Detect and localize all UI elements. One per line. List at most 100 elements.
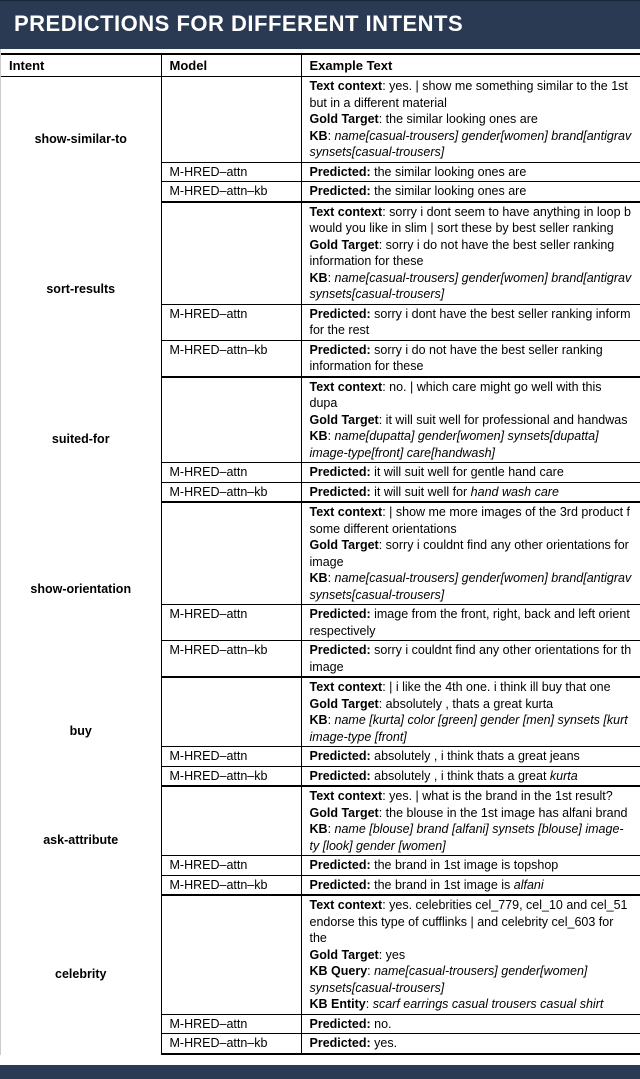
model-cell: M-HRED–attn <box>161 856 301 876</box>
table-container: Intent Model Example Text show-similar-t… <box>0 49 640 1055</box>
kb-label: KB <box>310 713 328 727</box>
example-text-cell: Predicted: the similar looking ones are <box>301 162 640 182</box>
example-text-cell: Predicted: it will suit well for hand wa… <box>301 482 640 502</box>
text-plain: the brand in 1st image is topshop <box>371 858 559 872</box>
table-row: sort-resultsText context: sorry i dont s… <box>1 202 640 305</box>
predicted-label: Predicted: <box>310 165 371 179</box>
example-text-cell: Predicted: sorry i dont have the best se… <box>301 304 640 340</box>
text-italic: alfani <box>514 878 544 892</box>
textcontext-label: Text context <box>310 79 383 93</box>
header-intent: Intent <box>1 54 161 77</box>
context-line: Text context: | i like the 4th one. i th… <box>310 679 633 696</box>
goldtarget-label: Gold Target <box>310 697 379 711</box>
model-cell <box>161 677 301 747</box>
text-plain: no. <box>371 1017 392 1031</box>
textcontext-label: Text context <box>310 380 383 394</box>
example-text-cell: Predicted: sorry i couldnt find any othe… <box>301 641 640 678</box>
predicted-label: Predicted: <box>310 307 371 321</box>
table-row: show-orientationText context: | show me … <box>1 502 640 605</box>
slide-title-banner: PREDICTIONS FOR DIFFERENT INTENTS <box>0 0 640 49</box>
model-cell: M-HRED–attn <box>161 605 301 641</box>
model-cell <box>161 77 301 163</box>
text-plain: yes. <box>371 1036 397 1050</box>
model-cell <box>161 895 301 1014</box>
model-cell: M-HRED–attn <box>161 304 301 340</box>
context-line: Text context: sorry i dont seem to have … <box>310 204 633 237</box>
text-plain: : yes <box>379 948 405 962</box>
context-line: KB: name [blouse] brand [alfani] synsets… <box>310 821 633 854</box>
text-plain: it will suit well for <box>371 485 471 499</box>
context-cell: Text context: | show me more images of t… <box>301 502 640 605</box>
model-cell <box>161 202 301 305</box>
kbquery-label: KB Query <box>310 964 368 978</box>
context-line: Text context: | show me more images of t… <box>310 504 633 537</box>
model-cell: M-HRED–attn–kb <box>161 641 301 678</box>
text-italic: name [blouse] brand [alfani] synsets [bl… <box>310 822 624 853</box>
context-cell: Text context: yes. celebrities cel_779, … <box>301 895 640 1014</box>
context-line: Text context: yes. celebrities cel_779, … <box>310 897 633 947</box>
model-cell: M-HRED–attn <box>161 463 301 483</box>
context-line: Gold Target: sorry i do not have the bes… <box>310 237 633 270</box>
predictions-table: Intent Model Example Text show-similar-t… <box>1 53 640 1055</box>
footer-bar <box>0 1065 640 1079</box>
model-cell: M-HRED–attn–kb <box>161 766 301 786</box>
example-text-cell: Predicted: sorry i do not have the best … <box>301 340 640 377</box>
context-cell: Text context: sorry i dont seem to have … <box>301 202 640 305</box>
table-row: show-similar-toText context: yes. | show… <box>1 77 640 163</box>
predicted-label: Predicted: <box>310 1036 371 1050</box>
context-line: Text context: no. | which care might go … <box>310 379 633 412</box>
intent-cell: celebrity <box>1 895 161 1054</box>
table-row: suited-forText context: no. | which care… <box>1 377 640 463</box>
context-line: Gold Target: absolutely , thats a great … <box>310 696 633 713</box>
context-line: Gold Target: it will suit well for profe… <box>310 412 633 429</box>
context-line: Text context: yes. | what is the brand i… <box>310 788 633 805</box>
predicted-label: Predicted: <box>310 465 371 479</box>
text-plain: : <box>366 997 373 1011</box>
goldtarget-label: Gold Target <box>310 806 379 820</box>
intent-cell: show-orientation <box>1 502 161 677</box>
text-plain: absolutely , i think thats a great jeans <box>371 749 580 763</box>
context-cell: Text context: yes. | what is the brand i… <box>301 786 640 856</box>
intent-cell: buy <box>1 677 161 786</box>
textcontext-label: Text context <box>310 205 383 219</box>
intent-cell: ask-attribute <box>1 786 161 895</box>
predicted-label: Predicted: <box>310 878 371 892</box>
intent-cell: sort-results <box>1 202 161 377</box>
context-cell: Text context: no. | which care might go … <box>301 377 640 463</box>
kb-label: KB <box>310 129 328 143</box>
example-text-cell: Predicted: no. <box>301 1014 640 1034</box>
goldtarget-label: Gold Target <box>310 112 379 126</box>
kb-label: KB <box>310 429 328 443</box>
text-italic: name[casual-trousers] gender[women] bran… <box>310 271 632 302</box>
predicted-label: Predicted: <box>310 184 371 198</box>
model-cell <box>161 786 301 856</box>
text-italic: hand wash care <box>471 485 559 499</box>
predicted-label: Predicted: <box>310 1017 371 1031</box>
model-cell: M-HRED–attn–kb <box>161 482 301 502</box>
text-italic: name[casual-trousers] gender[women] bran… <box>310 571 632 602</box>
kb-label: KB <box>310 271 328 285</box>
context-line: KB Entity: scarf earrings casual trouser… <box>310 996 633 1013</box>
predicted-label: Predicted: <box>310 343 371 357</box>
example-text-cell: Predicted: absolutely , i think thats a … <box>301 766 640 786</box>
context-line: KB: name[dupatta] gender[women] synsets[… <box>310 428 633 461</box>
example-text-cell: Predicted: yes. <box>301 1034 640 1054</box>
text-plain: : | i like the 4th one. i think ill buy … <box>382 680 610 694</box>
context-line: Gold Target: the blouse in the 1st image… <box>310 805 633 822</box>
kb-label: KB <box>310 571 328 585</box>
goldtarget-label: Gold Target <box>310 538 379 552</box>
text-plain: the brand in 1st image is <box>371 878 514 892</box>
predicted-label: Predicted: <box>310 749 371 763</box>
model-cell <box>161 502 301 605</box>
table-header-row: Intent Model Example Text <box>1 54 640 77</box>
model-cell: M-HRED–attn <box>161 1014 301 1034</box>
predicted-label: Predicted: <box>310 607 371 621</box>
model-cell: M-HRED–attn–kb <box>161 1034 301 1054</box>
text-plain: : absolutely , thats a great kurta <box>379 697 553 711</box>
model-cell: M-HRED–attn <box>161 747 301 767</box>
goldtarget-label: Gold Target <box>310 413 379 427</box>
text-plain: : <box>328 822 335 836</box>
text-plain: : yes. | what is the brand in the 1st re… <box>382 789 612 803</box>
text-italic: scarf earrings casual trousers casual sh… <box>373 997 604 1011</box>
context-line: KB: name[casual-trousers] gender[women] … <box>310 270 633 303</box>
